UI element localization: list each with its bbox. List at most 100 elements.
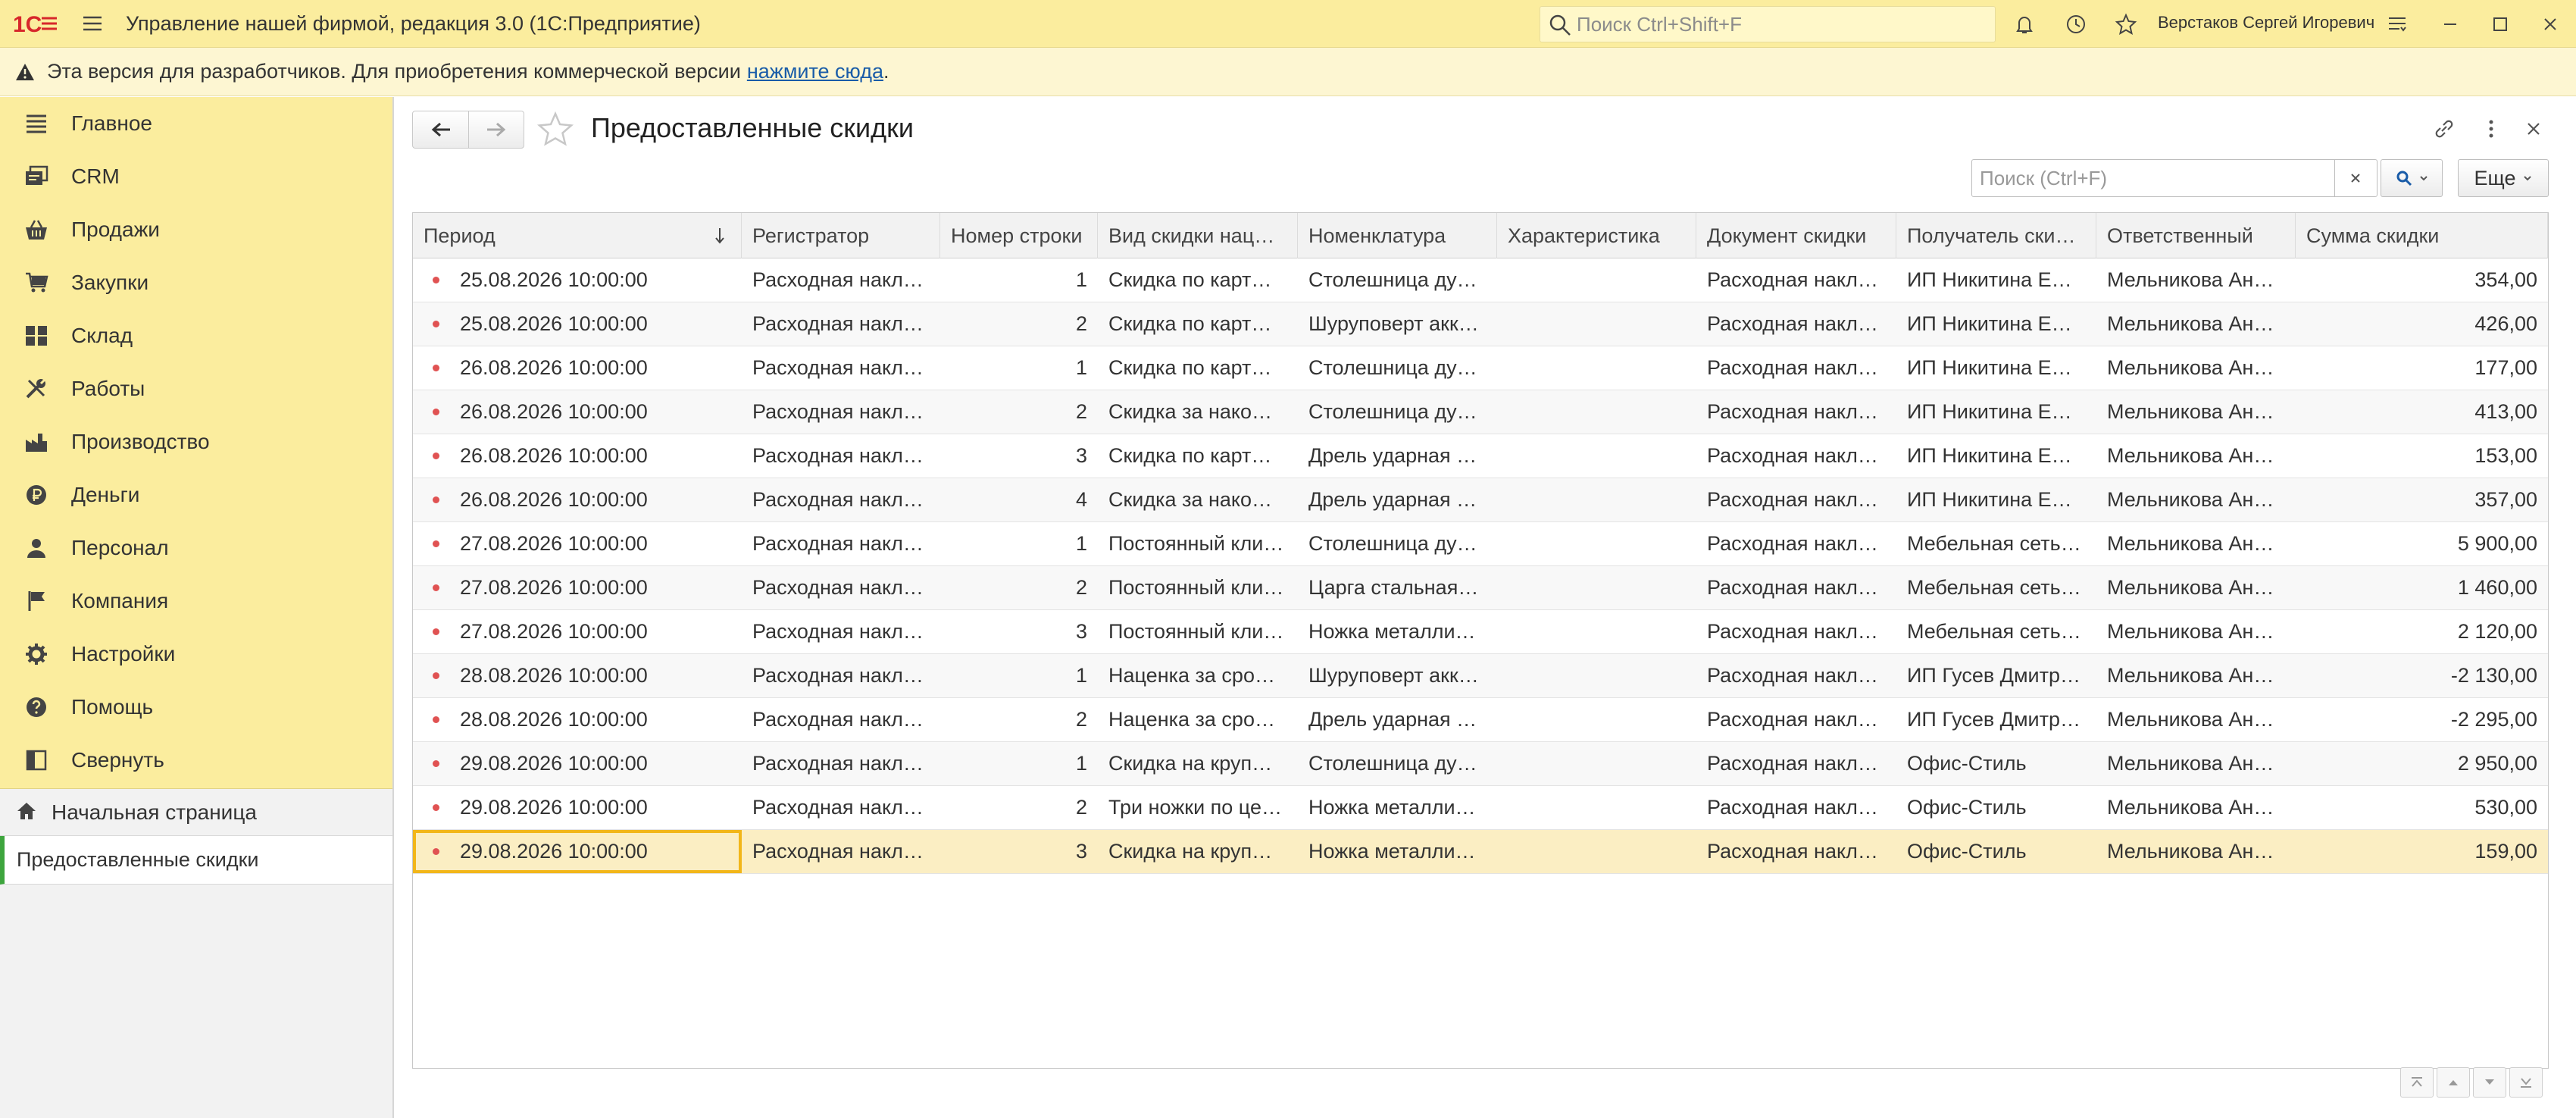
cell-discount-type[interactable]: Наценка за сро… (1098, 698, 1298, 741)
cell-nomenclature[interactable]: Столешница ду… (1298, 346, 1497, 390)
cell-line-number[interactable]: 4 (940, 478, 1098, 521)
1c-logo[interactable]: 1С (0, 0, 70, 48)
cell-responsible[interactable]: Мельникова Ан… (2096, 698, 2296, 741)
cell-responsible[interactable]: Мельникова Ан… (2096, 654, 2296, 697)
more-actions-icon[interactable] (2476, 114, 2506, 144)
cell-discount-document[interactable]: Расходная накл… (1696, 830, 1896, 873)
column-header-responsible[interactable]: Ответственный (2096, 213, 2296, 258)
table-row[interactable]: 26.08.2026 10:00:00 Расходная накл… 3 Скидк… (413, 434, 2548, 478)
column-header-discount-document[interactable]: Документ скидки (1696, 213, 1896, 258)
cell-registrar[interactable]: Расходная накл… (742, 302, 940, 346)
more-button[interactable]: Еще (2458, 159, 2549, 197)
cell-period[interactable]: 27.08.2026 10:00:00 (413, 566, 742, 609)
table-row[interactable]: 25.08.2026 10:00:00 Расходная накл… 2 Скидк… (413, 302, 2548, 346)
cell-recipient[interactable]: Офис-Стиль (1896, 786, 2096, 829)
cell-recipient[interactable]: Мебельная сеть… (1896, 522, 2096, 565)
column-header-discount-type[interactable]: Вид скидки нац… (1098, 213, 1298, 258)
cell-recipient[interactable]: ИП Никитина Е… (1896, 478, 2096, 521)
minimize-icon[interactable] (2435, 9, 2465, 39)
cell-responsible[interactable]: Мельникова Ан… (2096, 522, 2296, 565)
cell-discount-sum[interactable]: 357,00 (2296, 478, 2548, 521)
table-row[interactable]: 27.08.2026 10:00:00 Расходная накл… 1 Посто… (413, 522, 2548, 566)
sidebar-item-help[interactable]: Помощь (0, 681, 392, 734)
back-button[interactable] (413, 111, 468, 148)
cell-recipient[interactable]: ИП Никитина Е… (1896, 346, 2096, 390)
buy-link[interactable]: нажмите сюда (747, 60, 883, 83)
cell-characteristic[interactable] (1497, 610, 1696, 653)
cell-period[interactable]: 28.08.2026 10:00:00 (413, 654, 742, 697)
cell-discount-sum[interactable]: 5 900,00 (2296, 522, 2548, 565)
cell-line-number[interactable]: 1 (940, 258, 1098, 302)
cell-discount-type[interactable]: Постоянный кли… (1098, 610, 1298, 653)
cell-line-number[interactable]: 1 (940, 742, 1098, 785)
maximize-icon[interactable] (2485, 9, 2515, 39)
cell-discount-sum[interactable]: 413,00 (2296, 390, 2548, 434)
cell-discount-sum[interactable]: 354,00 (2296, 258, 2548, 302)
cell-discount-sum[interactable]: 426,00 (2296, 302, 2548, 346)
cell-characteristic[interactable] (1497, 258, 1696, 302)
cell-line-number[interactable]: 1 (940, 654, 1098, 697)
cell-characteristic[interactable] (1497, 346, 1696, 390)
cell-characteristic[interactable] (1497, 830, 1696, 873)
cell-discount-document[interactable]: Расходная накл… (1696, 390, 1896, 434)
favorites-star-icon[interactable] (2111, 9, 2141, 39)
cell-characteristic[interactable] (1497, 522, 1696, 565)
cell-discount-document[interactable]: Расходная накл… (1696, 302, 1896, 346)
sidebar-item-warehouse[interactable]: Склад (0, 309, 392, 362)
cell-line-number[interactable]: 2 (940, 786, 1098, 829)
cell-discount-document[interactable]: Расходная накл… (1696, 478, 1896, 521)
cell-line-number[interactable]: 2 (940, 698, 1098, 741)
cell-line-number[interactable]: 3 (940, 434, 1098, 478)
cell-period[interactable]: 29.08.2026 10:00:00 (413, 786, 742, 829)
cell-discount-sum[interactable]: 2 120,00 (2296, 610, 2548, 653)
scroll-down-button[interactable] (2473, 1067, 2506, 1098)
add-to-favorites-star-icon[interactable] (536, 111, 574, 152)
cell-discount-document[interactable]: Расходная накл… (1696, 258, 1896, 302)
history-icon[interactable] (2061, 9, 2091, 39)
cell-registrar[interactable]: Расходная накл… (742, 478, 940, 521)
cell-nomenclature[interactable]: Царга стальная… (1298, 566, 1497, 609)
cell-period[interactable]: 29.08.2026 10:00:00 (413, 830, 742, 873)
home-page-item[interactable]: Начальная страница (0, 789, 392, 836)
table-row[interactable]: 28.08.2026 10:00:00 Расходная накл… 1 Нацен… (413, 654, 2548, 698)
main-menu-icon[interactable] (70, 0, 115, 48)
sidebar-item-personnel[interactable]: Персонал (0, 521, 392, 575)
bell-icon[interactable] (2009, 9, 2040, 39)
cell-registrar[interactable]: Расходная накл… (742, 434, 940, 478)
cell-line-number[interactable]: 2 (940, 302, 1098, 346)
cell-nomenclature[interactable]: Столешница ду… (1298, 742, 1497, 785)
cell-characteristic[interactable] (1497, 654, 1696, 697)
close-form-icon[interactable] (2518, 114, 2549, 144)
user-name[interactable]: Верстаков Сергей Игоревич (2158, 13, 2374, 33)
cell-registrar[interactable]: Расходная накл… (742, 830, 940, 873)
open-window-item[interactable]: Предоставленные скидки (0, 836, 392, 885)
sidebar-item-sales[interactable]: Продажи (0, 203, 392, 256)
table-row[interactable]: 29.08.2026 10:00:00 Расходная накл… 1 Скидк… (413, 742, 2548, 786)
sidebar-item-settings[interactable]: Настройки (0, 628, 392, 681)
cell-registrar[interactable]: Расходная накл… (742, 346, 940, 390)
cell-responsible[interactable]: Мельникова Ан… (2096, 566, 2296, 609)
column-header-characteristic[interactable]: Характеристика (1497, 213, 1696, 258)
cell-discount-type[interactable]: Скидка на круп… (1098, 742, 1298, 785)
cell-characteristic[interactable] (1497, 566, 1696, 609)
cell-nomenclature[interactable]: Столешница ду… (1298, 258, 1497, 302)
cell-registrar[interactable]: Расходная накл… (742, 742, 940, 785)
cell-nomenclature[interactable]: Столешница ду… (1298, 390, 1497, 434)
cell-responsible[interactable]: Мельникова Ан… (2096, 302, 2296, 346)
cell-registrar[interactable]: Расходная накл… (742, 258, 940, 302)
cell-discount-type[interactable]: Скидка на круп… (1098, 830, 1298, 873)
settings-menu-icon[interactable] (2382, 9, 2412, 39)
cell-nomenclature[interactable]: Ножка металли… (1298, 610, 1497, 653)
cell-registrar[interactable]: Расходная накл… (742, 566, 940, 609)
cell-responsible[interactable]: Мельникова Ан… (2096, 346, 2296, 390)
cell-discount-type[interactable]: Скидка за нако… (1098, 478, 1298, 521)
sidebar-item-company[interactable]: Компания (0, 575, 392, 628)
cell-discount-type[interactable]: Скидка по карт… (1098, 434, 1298, 478)
cell-discount-sum[interactable]: -2 130,00 (2296, 654, 2548, 697)
cell-discount-document[interactable]: Расходная накл… (1696, 566, 1896, 609)
cell-discount-sum[interactable]: 177,00 (2296, 346, 2548, 390)
column-header-discount-sum[interactable]: Сумма скидки (2296, 213, 2548, 258)
sidebar-item-collapse[interactable]: Свернуть (0, 734, 392, 787)
cell-discount-document[interactable]: Расходная накл… (1696, 522, 1896, 565)
cell-nomenclature[interactable]: Ножка металли… (1298, 830, 1497, 873)
